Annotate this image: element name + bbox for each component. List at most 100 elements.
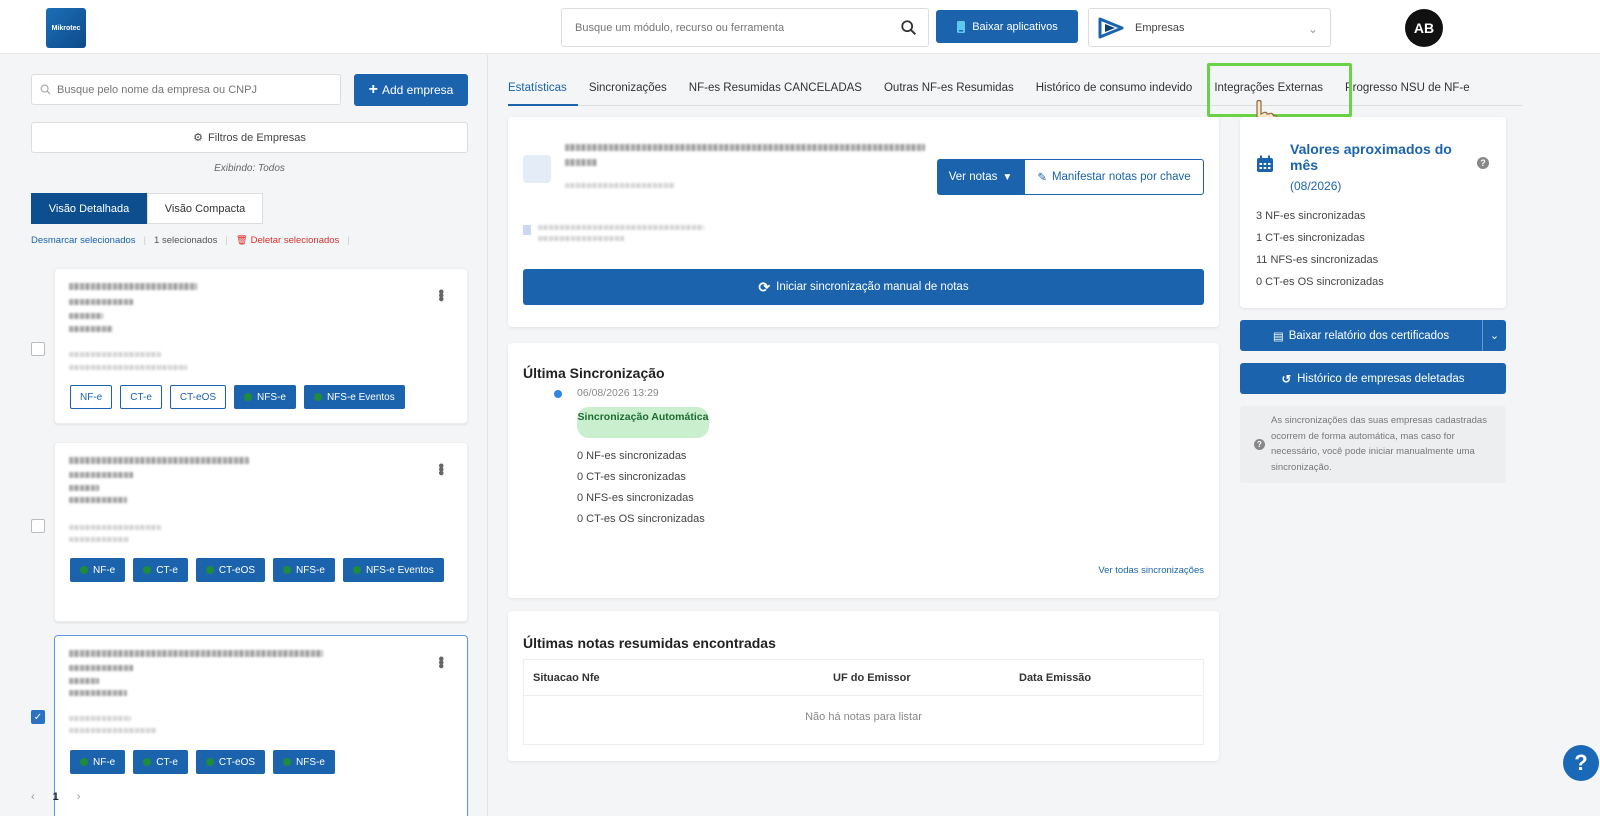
tab-other-summaries[interactable]: Outras NF-es Resumidas: [873, 78, 1025, 106]
view-notes-dropdown-button[interactable]: Ver notas ▼: [937, 159, 1024, 195]
company-summary-panel: Ver notas ▼ ✎ Manifestar notas por chave…: [508, 117, 1219, 327]
chip-nfse[interactable]: NFS-e: [273, 750, 335, 774]
column-header[interactable]: Situacao Nfe: [524, 672, 824, 684]
monthly-value-item: 11 NFS-es sincronizadas: [1256, 254, 1379, 266]
company-info-redacted: [69, 485, 99, 491]
company-checkbox-checked[interactable]: ✓: [31, 710, 45, 724]
company-cnpj-redacted: [565, 183, 675, 188]
tab-nsu-progress[interactable]: Progresso NSU de NF-e: [1334, 78, 1481, 106]
product-selector-label: Empresas: [1135, 21, 1185, 34]
tab-undue-consumption-history[interactable]: Histórico de consumo indevido: [1025, 78, 1204, 106]
user-avatar[interactable]: AB: [1405, 9, 1443, 47]
chip-cte[interactable]: CT-e: [133, 558, 188, 582]
chip-nfse[interactable]: NFS-e: [234, 385, 296, 409]
chip-cteos[interactable]: CT-eOS: [195, 750, 266, 774]
view-notes-label: Ver notas: [948, 171, 998, 183]
company-logo: [523, 155, 551, 183]
chip-nfse-eventos[interactable]: NFS-e Eventos: [303, 385, 405, 409]
logo-text: Mikrotec: [51, 24, 81, 32]
company-list-panel: + Add empresa ⚙ Filtros de Empresas Exib…: [0, 55, 488, 816]
help-icon[interactable]: ?: [1477, 157, 1489, 169]
company-info-redacted: [69, 326, 113, 332]
company-cnpj-redacted: [69, 299, 133, 305]
download-apps-button[interactable]: Baixar aplicativos: [936, 10, 1078, 43]
kebab-menu-icon[interactable]: •••: [432, 463, 449, 474]
app-logo[interactable]: Mikrotec: [46, 8, 86, 48]
recent-notes-table: Situacao Nfe UF do Emissor Data Emissão …: [523, 659, 1204, 745]
last-sync-panel: Última Sincronização 06/08/2026 13:29 Si…: [508, 343, 1219, 598]
company-checkbox[interactable]: [31, 342, 45, 356]
tab-synchronizations[interactable]: Sincronizações: [578, 78, 678, 106]
monthly-values-title: Valores aproximados do mês: [1290, 141, 1452, 173]
chip-label: NFS-e: [296, 564, 325, 576]
active-status-dot: [80, 758, 88, 766]
chip-nfe[interactable]: NF-e: [70, 750, 126, 774]
chip-nfse-eventos[interactable]: NFS-e Eventos: [342, 558, 444, 582]
pagination-prev[interactable]: ‹: [31, 791, 35, 803]
help-fab-button[interactable]: ?: [1563, 745, 1599, 781]
kebab-menu-icon[interactable]: •••: [432, 656, 449, 667]
active-status-dot: [313, 393, 322, 401]
manual-sync-button[interactable]: ⟳ Iniciar sincronização manual de notas: [523, 269, 1204, 305]
add-company-button[interactable]: + Add empresa: [354, 74, 468, 106]
kebab-menu-icon[interactable]: •••: [432, 289, 449, 300]
chip-nfe[interactable]: NF-e: [70, 385, 113, 409]
tab-statistics[interactable]: Estatísticas: [508, 78, 578, 106]
chevron-down-icon: ▼: [1002, 171, 1013, 183]
column-header[interactable]: UF do Emissor: [824, 672, 1010, 684]
company-detail-redacted: [69, 525, 161, 530]
company-detail-redacted: [69, 716, 131, 721]
chip-label: CT-e: [156, 564, 178, 576]
delete-selected-link[interactable]: 🗑 Deletar selecionados: [236, 235, 339, 246]
play-logo-icon: [1098, 17, 1124, 38]
manifest-by-key-button[interactable]: ✎ Manifestar notas por chave: [1024, 159, 1204, 195]
company-card-selected[interactable]: ••• NF-e CT-e CT-eOS NFS-e: [54, 635, 468, 816]
chip-nfse[interactable]: NFS-e: [273, 558, 335, 582]
chevron-down-icon[interactable]: ⌄: [1482, 320, 1506, 351]
deleted-companies-history-button[interactable]: ↺ Histórico de empresas deletadas: [1240, 363, 1506, 394]
document-type-chips: NF-e CT-e CT-eOS NFS-e: [70, 750, 450, 774]
company-search-input[interactable]: [57, 83, 337, 96]
global-search-input[interactable]: [562, 9, 882, 46]
address-redacted: [538, 225, 704, 230]
company-name-redacted: [69, 283, 197, 290]
chip-cte[interactable]: CT-e: [120, 385, 162, 409]
company-info-redacted: [69, 313, 103, 319]
top-bar: Mikrotec Baixar aplicativos Empresas ⌄ A…: [0, 0, 1600, 54]
last-sync-datetime: 06/08/2026 13:29: [577, 387, 659, 399]
chip-label: CT-eOS: [218, 756, 256, 768]
gear-icon: ⚙: [193, 132, 204, 144]
pagination: ‹ 1 ›: [31, 791, 80, 803]
certificates-report-main[interactable]: ▤ Baixar relatório dos certificados: [1240, 329, 1482, 343]
chip-cteos[interactable]: CT-eOS: [195, 558, 266, 582]
address-redacted: [538, 236, 624, 241]
last-sync-stats: 0 NF-es sincronizadas 0 CT-es sincroniza…: [577, 446, 705, 530]
active-status-dot: [244, 393, 253, 401]
view-all-syncs-link[interactable]: Ver todas sincronizações: [1098, 565, 1204, 576]
company-checkbox[interactable]: [31, 519, 45, 533]
chip-cte[interactable]: CT-e: [133, 750, 188, 774]
tab-canceled-summaries[interactable]: NF-es Resumidas CANCELADAS: [678, 78, 873, 106]
pagination-next[interactable]: ›: [77, 791, 81, 803]
company-search-box[interactable]: [31, 74, 341, 105]
compact-view-button[interactable]: Visão Compacta: [147, 193, 263, 224]
column-header[interactable]: Data Emissão: [1010, 672, 1200, 684]
search-icon[interactable]: [900, 19, 918, 37]
pagination-current-page[interactable]: 1: [53, 791, 59, 803]
deselect-link[interactable]: Desmarcar selecionados: [31, 235, 136, 246]
global-search-box[interactable]: [561, 8, 929, 47]
company-card[interactable]: ••• NF-e CT-e CT-eOS NFS-e NFS-e Eventos: [54, 268, 468, 424]
company-filters-button[interactable]: ⚙ Filtros de Empresas: [31, 122, 468, 153]
recent-notes-panel: Últimas notas resumidas encontradas Situ…: [508, 611, 1219, 761]
certificates-report-button[interactable]: ▤ Baixar relatório dos certificados ⌄: [1240, 320, 1506, 351]
chip-cteos[interactable]: CT-eOS: [169, 385, 227, 409]
certificates-report-label: Baixar relatório dos certificados: [1288, 329, 1450, 342]
deleted-history-label: Histórico de empresas deletadas: [1297, 372, 1465, 385]
chip-nfe[interactable]: NF-e: [70, 558, 126, 582]
detailed-view-button[interactable]: Visão Detalhada: [31, 193, 147, 224]
active-status-dot: [143, 758, 152, 766]
product-selector[interactable]: Empresas ⌄: [1088, 8, 1331, 47]
company-card[interactable]: ••• NF-e CT-e CT-eOS NFS-e NFS-e Eventos: [54, 442, 468, 622]
document-type-chips: NF-e CT-e CT-eOS NFS-e NFS-e Eventos: [70, 558, 450, 582]
company-name-redacted: [69, 457, 249, 464]
